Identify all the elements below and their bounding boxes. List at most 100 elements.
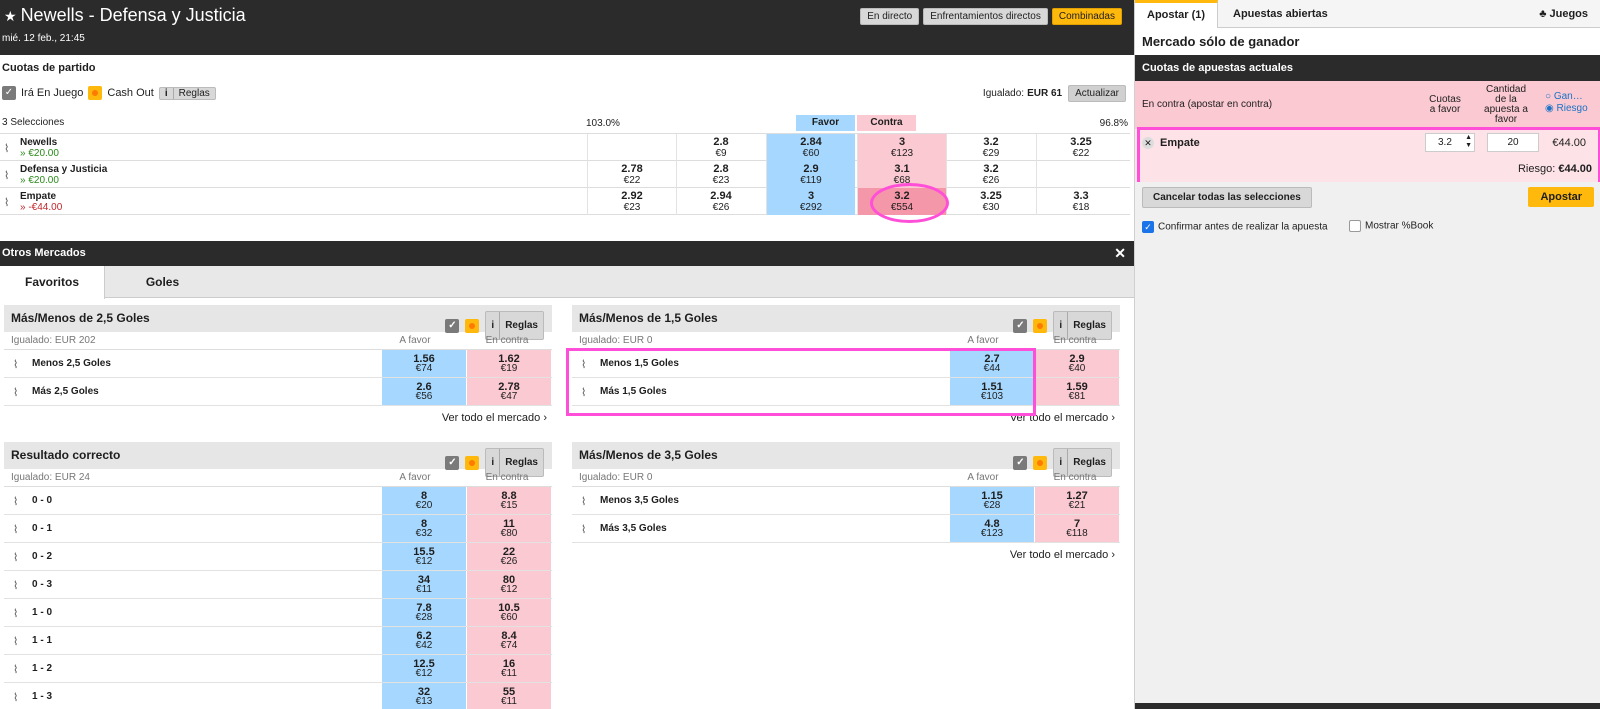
remove-selection-icon[interactable]: ✕ bbox=[1142, 137, 1154, 149]
lay-odds-cell[interactable]: 1.27 €21 bbox=[1035, 487, 1119, 514]
chart-icon[interactable]: ⌇ bbox=[13, 635, 18, 648]
stake-input[interactable]: 20 bbox=[1487, 133, 1539, 152]
radio-win[interactable]: ○ Gan… bbox=[1545, 91, 1583, 102]
back-odds-cell[interactable]: 8 €32 bbox=[382, 515, 466, 542]
confirm-checkbox[interactable]: ✓ bbox=[1142, 221, 1154, 233]
lay-size: €74 bbox=[500, 640, 518, 651]
odds-cell[interactable]: 2.94 €26 bbox=[676, 188, 765, 215]
book-option[interactable]: Mostrar %Book bbox=[1349, 220, 1433, 232]
lay-odds-cell[interactable]: 55 €11 bbox=[467, 683, 551, 709]
tab-place-bets[interactable]: Apostar (1) bbox=[1135, 0, 1219, 28]
chart-icon[interactable]: ⌇ bbox=[13, 523, 18, 536]
combo-button[interactable]: Combinadas bbox=[1051, 8, 1122, 25]
chart-icon[interactable]: ⌇ bbox=[4, 196, 9, 209]
market-row: ⌇ 0 - 1 8 €32 11 €80 bbox=[4, 515, 552, 543]
tab-open-bets[interactable]: Apuestas abiertas bbox=[1221, 0, 1340, 28]
refresh-button[interactable]: Actualizar bbox=[1068, 85, 1126, 102]
lay-odds-cell[interactable]: 8.4 €74 bbox=[467, 627, 551, 654]
odds-cell[interactable] bbox=[587, 134, 676, 161]
row-name: Menos 3,5 Goles bbox=[600, 495, 679, 506]
lay-odds-cell[interactable]: 1.59 €81 bbox=[1035, 378, 1119, 405]
back-odds-cell[interactable]: 12.5 €12 bbox=[382, 655, 466, 682]
chart-icon[interactable]: ⌇ bbox=[4, 142, 9, 155]
odds-cell[interactable]: 3 €123 bbox=[857, 134, 946, 161]
back-odds-cell[interactable]: 6.2 €42 bbox=[382, 627, 466, 654]
back-odds-cell[interactable]: 1.51 €103 bbox=[950, 378, 1034, 405]
star-icon[interactable]: ★ bbox=[4, 8, 17, 24]
odds-cell[interactable]: 3.25 €22 bbox=[1036, 134, 1125, 161]
odds-cell[interactable]: 3.2 €29 bbox=[946, 134, 1035, 161]
odds-cell[interactable]: 3.3 €18 bbox=[1036, 188, 1125, 215]
see-all-link[interactable]: Ver todo el mercado › bbox=[572, 406, 1120, 430]
h2h-button[interactable]: Enfrentamientos directos bbox=[923, 8, 1048, 25]
odds-cell[interactable]: 3.2 €26 bbox=[946, 161, 1035, 188]
chart-icon[interactable]: ⌇ bbox=[581, 523, 586, 536]
back-odds-cell[interactable]: 2.6 €56 bbox=[382, 378, 466, 405]
lay-odds-cell[interactable]: 10.5 €60 bbox=[467, 599, 551, 626]
back-odds-cell[interactable]: 1.15 €28 bbox=[950, 487, 1034, 514]
risk-value: €44.00 bbox=[1558, 163, 1592, 175]
odds-cell[interactable]: 3.1 €68 bbox=[857, 161, 946, 188]
place-bet-button[interactable]: Apostar bbox=[1528, 187, 1594, 207]
selection-name: Empate bbox=[1160, 137, 1200, 149]
back-odds-cell[interactable]: 15.5 €12 bbox=[382, 543, 466, 570]
odds-input[interactable]: 3.2 ▲ ▼ bbox=[1425, 133, 1475, 152]
close-icon[interactable]: ✕ bbox=[1114, 241, 1126, 266]
odds-cell[interactable]: 3.25 €30 bbox=[946, 188, 1035, 215]
rules-button[interactable]: i Reglas bbox=[158, 86, 216, 100]
back-odds-cell[interactable]: 32 €13 bbox=[382, 683, 466, 709]
lay-odds-cell[interactable]: 16 €11 bbox=[467, 655, 551, 682]
radio-risk[interactable]: ◉ Riesgo bbox=[1545, 103, 1588, 114]
odds-cell[interactable]: 2.78 €22 bbox=[587, 161, 676, 188]
odds-cell[interactable]: 2.9 €119 bbox=[766, 161, 855, 188]
lay-odds-cell[interactable]: 1.62 €19 bbox=[467, 350, 551, 377]
live-button[interactable]: En directo bbox=[860, 8, 920, 25]
lay-odds-cell[interactable]: 2.9 €40 bbox=[1035, 350, 1119, 377]
chart-icon[interactable]: ⌇ bbox=[13, 551, 18, 564]
book-checkbox[interactable] bbox=[1349, 220, 1361, 232]
back-odds-cell[interactable]: 1.56 €74 bbox=[382, 350, 466, 377]
odds-cell[interactable]: 2.92 €23 bbox=[587, 188, 676, 215]
odds-size: €123 bbox=[890, 148, 914, 159]
back-odds-cell[interactable]: 34 €11 bbox=[382, 571, 466, 598]
chart-icon[interactable]: ⌇ bbox=[13, 358, 18, 371]
chart-icon[interactable]: ⌇ bbox=[581, 386, 586, 399]
back-odds-cell[interactable]: 7.8 €28 bbox=[382, 599, 466, 626]
stepper-icon[interactable]: ▲ ▼ bbox=[1465, 134, 1472, 150]
chart-icon[interactable]: ⌇ bbox=[4, 169, 9, 182]
odds-size: €30 bbox=[982, 202, 1000, 213]
lay-odds-cell[interactable]: 11 €80 bbox=[467, 515, 551, 542]
chart-icon[interactable]: ⌇ bbox=[581, 495, 586, 508]
back-odds-cell[interactable]: 2.7 €44 bbox=[950, 350, 1034, 377]
chart-icon[interactable]: ⌇ bbox=[13, 579, 18, 592]
odds-cell[interactable]: 3 €292 bbox=[766, 188, 855, 215]
chart-icon[interactable]: ⌇ bbox=[13, 691, 18, 704]
market-row: ⌇ 1 - 1 6.2 €42 8.4 €74 bbox=[4, 627, 552, 655]
odds-cell[interactable] bbox=[1036, 161, 1125, 188]
tab-goles[interactable]: Goles bbox=[110, 266, 215, 298]
odds-cell[interactable]: 2.84 €60 bbox=[766, 134, 855, 161]
lay-odds-cell[interactable]: 7 €118 bbox=[1035, 515, 1119, 542]
odds-cell[interactable]: 3.2 €554 bbox=[857, 188, 946, 215]
odds-cell[interactable]: 2.8 €9 bbox=[676, 134, 765, 161]
chart-icon[interactable]: ⌇ bbox=[13, 663, 18, 676]
odds-cell[interactable]: 2.8 €23 bbox=[676, 161, 765, 188]
chart-icon[interactable]: ⌇ bbox=[13, 495, 18, 508]
see-all-link[interactable]: Ver todo el mercado › bbox=[4, 406, 552, 430]
cancel-all-button[interactable]: Cancelar todas las selecciones bbox=[1142, 187, 1312, 208]
cashout-icon bbox=[1033, 318, 1048, 333]
lay-odds-cell[interactable]: 22 €26 bbox=[467, 543, 551, 570]
games-link[interactable]: ♣ Juegos bbox=[1535, 0, 1592, 28]
chart-icon[interactable]: ⌇ bbox=[13, 386, 18, 399]
lay-odds-cell[interactable]: 2.78 €47 bbox=[467, 378, 551, 405]
tab-favoritos[interactable]: Favoritos bbox=[0, 266, 105, 299]
chart-icon[interactable]: ⌇ bbox=[581, 358, 586, 371]
back-odds-cell[interactable]: 8 €20 bbox=[382, 487, 466, 514]
lay-odds-cell[interactable]: 8.8 €15 bbox=[467, 487, 551, 514]
confirm-option[interactable]: ✓ Confirmar antes de realizar la apuesta bbox=[1142, 221, 1328, 233]
see-all-link[interactable]: Ver todo el mercado › bbox=[572, 543, 1120, 567]
odds-price: 2.8 bbox=[713, 163, 729, 175]
lay-odds-cell[interactable]: 80 €12 bbox=[467, 571, 551, 598]
chart-icon[interactable]: ⌇ bbox=[13, 607, 18, 620]
back-odds-cell[interactable]: 4.8 €123 bbox=[950, 515, 1034, 542]
